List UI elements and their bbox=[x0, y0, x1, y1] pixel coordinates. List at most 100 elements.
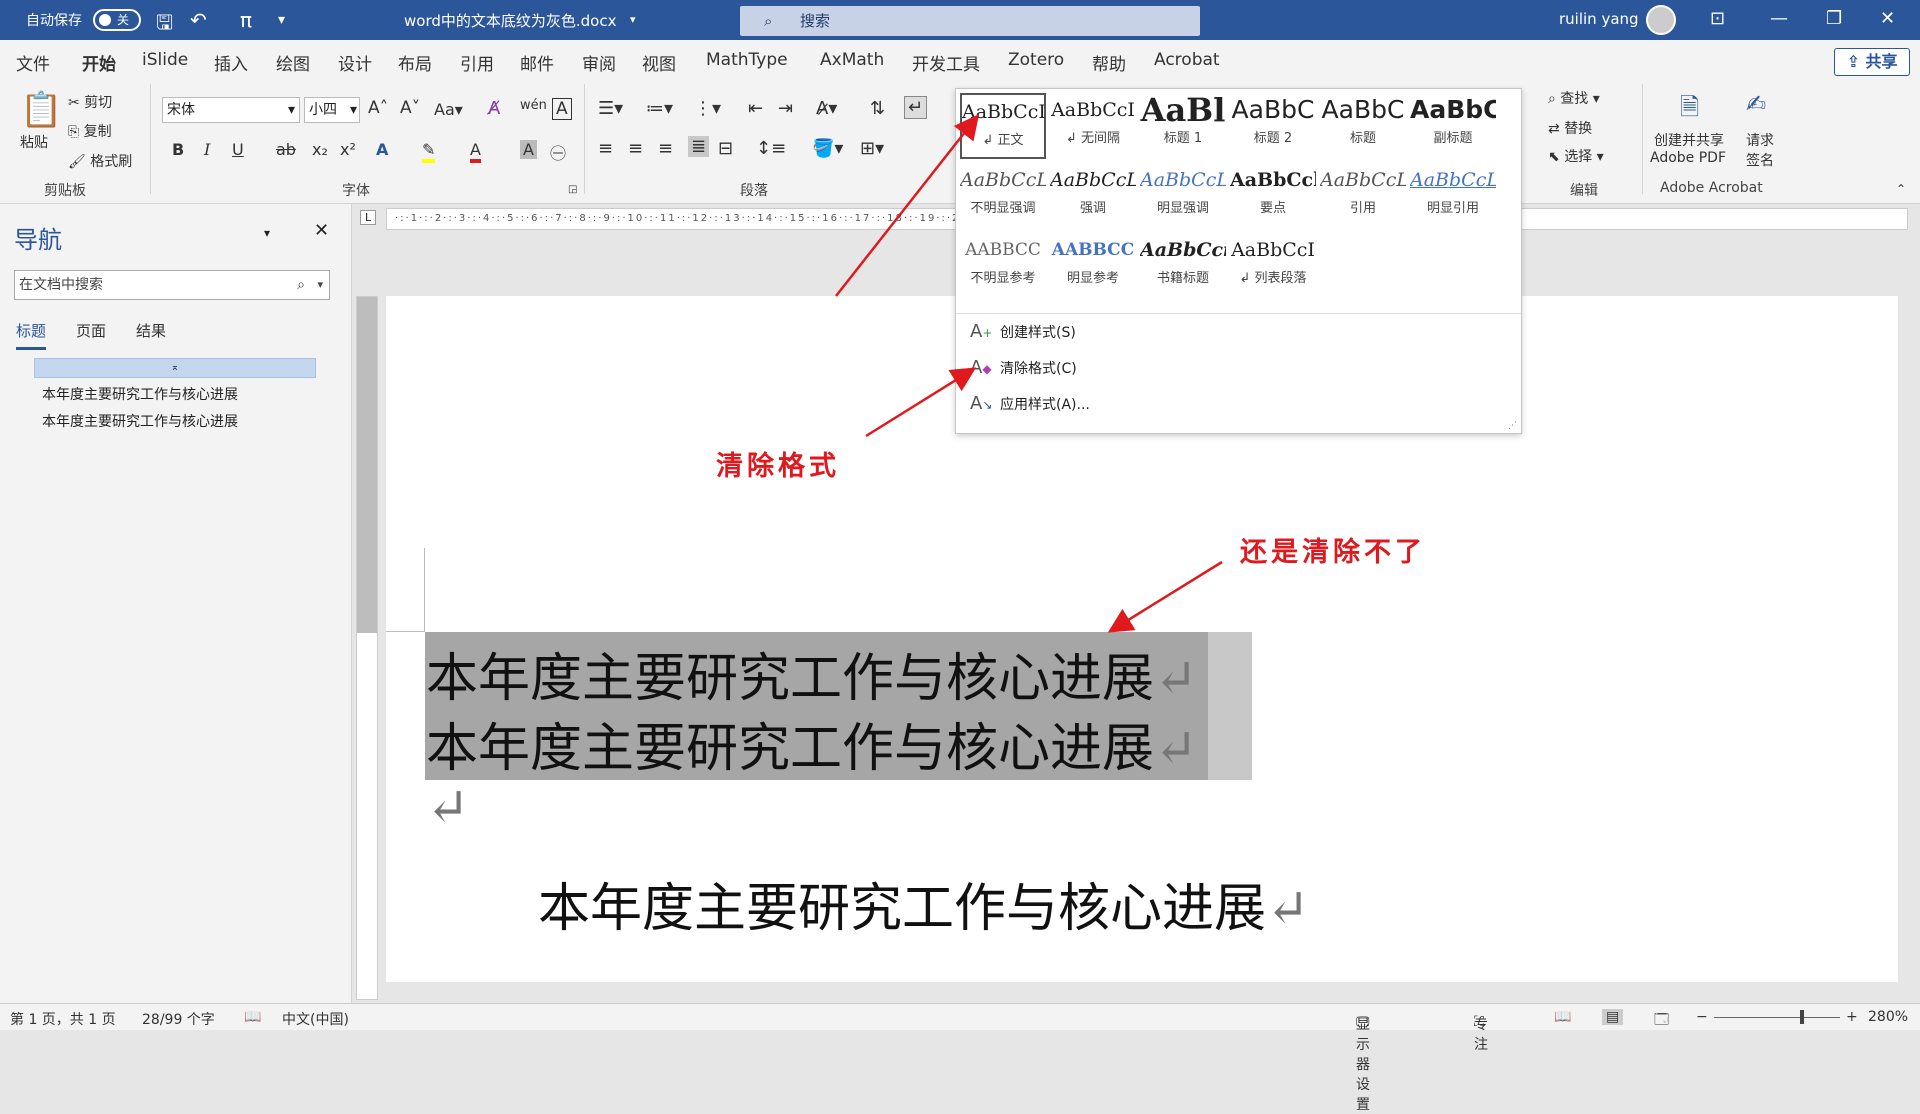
show-marks-icon[interactable]: ↵ bbox=[904, 96, 928, 119]
menu-view[interactable]: 视图 bbox=[642, 50, 676, 75]
select-button[interactable]: ⬉ 选择 ▾ bbox=[1548, 146, 1604, 166]
style-item[interactable]: AaBbC 副标题 bbox=[1410, 93, 1496, 159]
find-button[interactable]: ⌕ 查找 ▾ bbox=[1548, 88, 1600, 108]
autosave-toggle[interactable]: 关 bbox=[93, 9, 141, 31]
borders-icon[interactable]: ⊞▾ bbox=[860, 138, 884, 159]
menu-mathtype[interactable]: MathType bbox=[706, 50, 788, 70]
menu-layout[interactable]: 布局 bbox=[398, 50, 432, 75]
save-icon[interactable]: 🖫 bbox=[156, 8, 173, 42]
subscript-button[interactable]: x₂ bbox=[312, 140, 328, 159]
grow-font-icon[interactable]: A˄ bbox=[368, 98, 388, 118]
style-item[interactable]: AaBbCcl 要点 bbox=[1230, 163, 1316, 229]
bold-button[interactable]: B bbox=[172, 140, 184, 159]
font-name-select[interactable]: 宋体 ▾ bbox=[162, 97, 300, 123]
asian-layout-icon[interactable]: A̷▾ bbox=[816, 98, 837, 119]
bullets-icon[interactable]: ☰▾ bbox=[598, 98, 623, 119]
style-item[interactable]: AaBbCcL 引用 bbox=[1320, 163, 1406, 229]
share-button[interactable]: ⇪ 共享 bbox=[1834, 48, 1910, 76]
increase-indent-icon[interactable]: ⇥ bbox=[778, 98, 793, 119]
decrease-indent-icon[interactable]: ⇤ bbox=[748, 98, 763, 119]
menu-insert[interactable]: 插入 bbox=[214, 50, 248, 75]
sort-icon[interactable]: ⇅ bbox=[870, 98, 885, 119]
text-effects-icon[interactable]: A bbox=[376, 140, 388, 159]
language[interactable]: 中文(中国) bbox=[282, 1009, 349, 1029]
clear-formatting-icon[interactable]: A̸ bbox=[488, 98, 500, 119]
replace-button[interactable]: ⇄ 替换 bbox=[1548, 118, 1592, 138]
empty-paragraph[interactable]: ↵ bbox=[426, 778, 470, 838]
paste-icon[interactable]: 📋 bbox=[20, 90, 62, 130]
vertical-ruler[interactable] bbox=[356, 296, 378, 1000]
style-item[interactable]: AaBbCci 书籍标题 bbox=[1140, 233, 1226, 299]
tab-results[interactable]: 结果 bbox=[136, 320, 166, 341]
dialog-launcher-icon[interactable]: ◲ bbox=[568, 184, 577, 195]
menu-file[interactable]: 文件 bbox=[16, 50, 50, 75]
ribbon-display-icon[interactable]: ⊡ bbox=[1710, 8, 1725, 29]
zoom-out-icon[interactable]: − bbox=[1696, 1009, 1708, 1025]
pi-icon[interactable]: π bbox=[240, 8, 252, 32]
align-center-icon[interactable]: ≡ bbox=[628, 138, 643, 159]
web-layout-icon[interactable]: 🗔 bbox=[1654, 1009, 1669, 1033]
user-name[interactable]: ruilin yang bbox=[1559, 10, 1639, 28]
search-icon[interactable]: ⌕ bbox=[297, 271, 305, 299]
style-item[interactable]: AaBbCcL 强调 bbox=[1050, 163, 1136, 229]
style-item[interactable]: AaBl 标题 1 bbox=[1140, 93, 1226, 159]
phonetic-guide-icon[interactable]: wén bbox=[520, 98, 547, 113]
character-border-icon[interactable]: A bbox=[552, 98, 572, 120]
font-size-select[interactable]: 小四 ▾ bbox=[304, 97, 360, 123]
zoom-slider[interactable] bbox=[1714, 1017, 1840, 1018]
multilevel-list-icon[interactable]: ⋮▾ bbox=[694, 98, 721, 119]
style-item[interactable]: AaBbCcL 不明显强调 bbox=[960, 163, 1046, 229]
search-box[interactable]: ⌕ 搜索 bbox=[740, 6, 1200, 36]
highlight-icon[interactable]: ✎ bbox=[422, 140, 436, 163]
document-paragraph[interactable]: 本年度主要研究工作与核心进展↵ bbox=[426, 636, 1198, 711]
menu-design[interactable]: 设计 bbox=[338, 50, 372, 75]
menu-draw[interactable]: 绘图 bbox=[276, 50, 310, 75]
nav-selected-heading[interactable]: ⌅ bbox=[34, 358, 316, 378]
minimize-icon[interactable]: — bbox=[1770, 8, 1788, 29]
copy-button[interactable]: ⎘ 复制 bbox=[68, 121, 112, 141]
style-item[interactable]: AaBbCcI ↲ 列表段落 bbox=[1230, 233, 1316, 299]
style-item[interactable]: AaBbCcI ↲ 无间隔 bbox=[1050, 93, 1136, 159]
avatar[interactable] bbox=[1646, 5, 1676, 35]
zoom-level[interactable]: 280% bbox=[1868, 1009, 1908, 1025]
numbering-icon[interactable]: ≔▾ bbox=[646, 98, 673, 119]
menu-acrobat[interactable]: Acrobat bbox=[1154, 50, 1220, 70]
create-style-item[interactable]: A+ 创建样式(S) bbox=[970, 321, 1076, 342]
menu-zotero[interactable]: Zotero bbox=[1008, 50, 1064, 70]
italic-button[interactable]: I bbox=[204, 140, 210, 159]
style-item[interactable]: AaBbC 标题 2 bbox=[1230, 93, 1316, 159]
clear-formatting-item[interactable]: A◆ 清除格式(C) bbox=[970, 357, 1077, 378]
paste-label[interactable]: 粘贴 bbox=[20, 132, 48, 152]
menu-help[interactable]: 帮助 bbox=[1092, 50, 1126, 75]
justify-icon[interactable]: ≣ bbox=[688, 136, 710, 157]
enclose-char-icon[interactable]: ㊀ bbox=[550, 140, 566, 164]
close-icon[interactable]: ✕ bbox=[314, 220, 329, 241]
menu-developer[interactable]: 开发工具 bbox=[912, 50, 980, 75]
close-icon[interactable]: ✕ bbox=[1880, 8, 1895, 29]
underline-button[interactable]: U bbox=[232, 140, 244, 159]
change-case-button[interactable]: Aa▾ bbox=[434, 100, 463, 119]
page-count[interactable]: 第 1 页，共 1 页 bbox=[10, 1009, 116, 1029]
line-spacing-icon[interactable]: ↕≡ bbox=[756, 138, 786, 159]
strikethrough-button[interactable]: ab bbox=[276, 140, 296, 159]
zoom-slider-thumb[interactable] bbox=[1800, 1010, 1804, 1024]
create-share-label[interactable]: 创建并共享 bbox=[1654, 130, 1724, 150]
style-item[interactable]: AaBbCcL 明显强调 bbox=[1140, 163, 1226, 229]
nav-options-icon[interactable]: ▾ bbox=[264, 226, 270, 240]
sign-label[interactable]: 签名 bbox=[1746, 150, 1774, 170]
word-count[interactable]: 28/99 个字 bbox=[142, 1009, 215, 1029]
pdf-icon[interactable]: 🗎 bbox=[1680, 90, 1699, 131]
style-item[interactable]: AABBCC 不明显参考 bbox=[960, 233, 1046, 299]
style-item[interactable]: AaBbCcL 明显引用 bbox=[1410, 163, 1496, 229]
char-shading-icon[interactable]: A bbox=[520, 140, 537, 159]
shrink-font-icon[interactable]: A˅ bbox=[400, 98, 420, 118]
align-right-icon[interactable]: ≡ bbox=[658, 138, 673, 159]
tab-pages[interactable]: 页面 bbox=[76, 320, 106, 341]
document-paragraph[interactable]: 本年度主要研究工作与核心进展↵ bbox=[426, 706, 1198, 781]
distributed-icon[interactable]: ⊟ bbox=[718, 138, 733, 159]
nav-heading-item[interactable]: 本年度主要研究工作与核心进展 bbox=[42, 411, 238, 431]
menu-review[interactable]: 审阅 bbox=[582, 50, 616, 75]
cut-button[interactable]: ✂ 剪切 bbox=[68, 92, 112, 112]
document-title[interactable]: word中的文本底纹为灰色.docx bbox=[404, 10, 616, 31]
tab-headings[interactable]: 标题 bbox=[16, 320, 47, 350]
